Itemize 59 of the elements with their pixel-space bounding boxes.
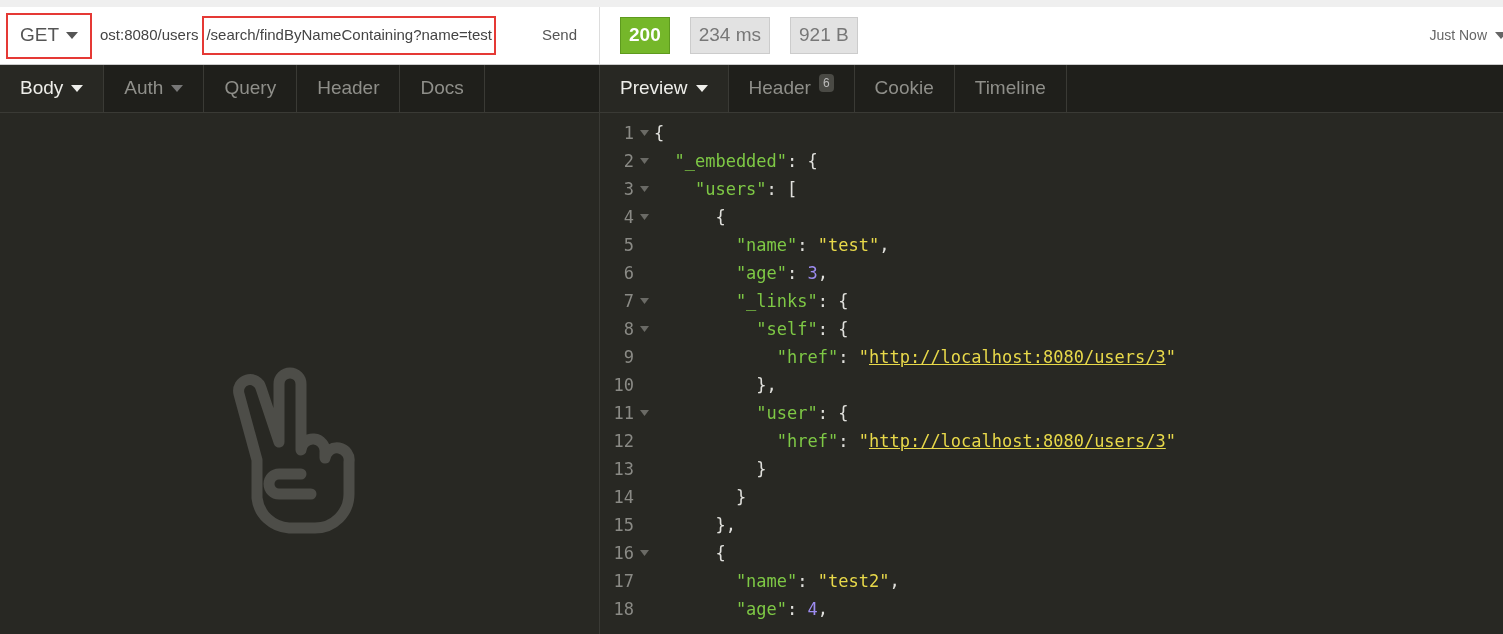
fold-icon[interactable]	[639, 410, 649, 416]
code-line: },	[755, 374, 777, 397]
count-badge: 6	[818, 73, 834, 92]
line-number: 5	[622, 234, 634, 257]
line-number: 2	[622, 150, 634, 173]
method-dropdown[interactable]: GET	[6, 12, 92, 59]
url-text[interactable]: /search/findByNameContaining?name=test	[202, 16, 496, 55]
fold-icon[interactable]	[639, 130, 649, 136]
history-dropdown[interactable]: Just Now	[1429, 25, 1503, 46]
code-line: {	[714, 542, 726, 565]
size-badge: 921 B	[790, 17, 858, 54]
line-number: 14	[612, 486, 634, 509]
code-line: "name": "test2",	[734, 570, 900, 593]
code-line: "user": {	[755, 402, 849, 425]
line-number: 18	[612, 598, 634, 621]
fold-icon[interactable]	[639, 158, 649, 164]
code-line: "name": "test",	[734, 234, 890, 257]
line-number: 7	[622, 290, 634, 313]
caret-icon	[66, 32, 78, 39]
line-number: 9	[622, 346, 634, 369]
fold-icon[interactable]	[639, 550, 649, 556]
line-number: 6	[622, 262, 634, 285]
line-number: 17	[612, 570, 634, 593]
line-number: 8	[622, 318, 634, 341]
fold-icon[interactable]	[639, 214, 649, 220]
tab[interactable]: Preview	[600, 65, 729, 112]
line-number: 13	[612, 458, 634, 481]
line-number: 11	[612, 402, 634, 425]
code-line: "age": 4,	[734, 598, 829, 621]
fold-icon[interactable]	[639, 298, 649, 304]
line-number: 12	[612, 430, 634, 453]
code-line: }	[755, 458, 767, 481]
line-number: 4	[622, 206, 634, 229]
code-line: "_links": {	[734, 290, 849, 313]
fold-icon[interactable]	[639, 326, 649, 332]
line-number: 3	[622, 178, 634, 201]
code-line: },	[714, 514, 736, 537]
line-number: 16	[612, 542, 634, 565]
code-line: {	[654, 122, 665, 145]
code-line: "href": "http://localhost:8080/users/3"	[775, 346, 1177, 369]
code-line: "href": "http://localhost:8080/users/3"	[775, 430, 1177, 453]
line-number: 15	[612, 514, 634, 537]
url-text[interactable]: ost:8080/users	[96, 16, 203, 55]
code-line: "age": 3,	[734, 262, 829, 285]
line-number: 1	[622, 122, 634, 145]
caret-icon	[695, 85, 708, 92]
time-badge: 234 ms	[689, 17, 770, 54]
line-number: 10	[612, 374, 634, 397]
code-line: {	[714, 206, 726, 229]
caret-icon	[71, 85, 84, 92]
caret-icon	[171, 85, 184, 92]
code-line: "_embedded": {	[673, 150, 818, 173]
status-badge: 200	[620, 17, 670, 54]
tab[interactable]: Body	[0, 65, 105, 112]
code-line: "self": {	[755, 318, 849, 341]
code-line: }	[734, 486, 747, 509]
fold-icon[interactable]	[639, 186, 649, 192]
code-line: "users": [	[693, 178, 798, 201]
send-button[interactable]: Send	[541, 24, 577, 47]
